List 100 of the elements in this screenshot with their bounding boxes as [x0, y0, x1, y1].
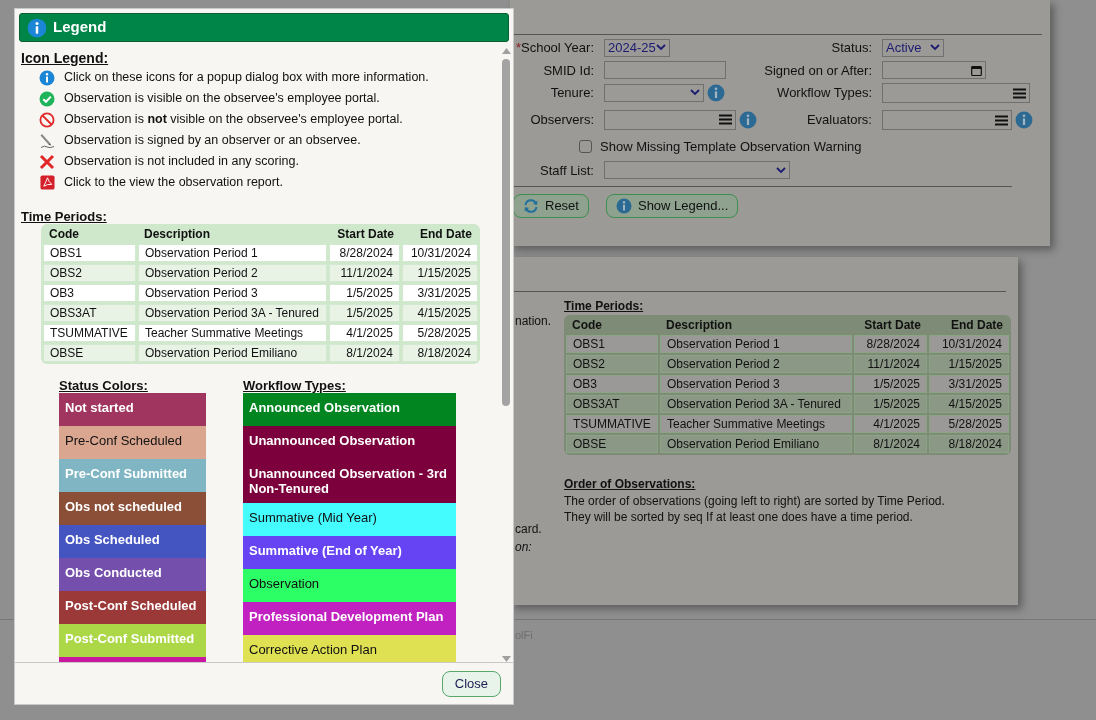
menu-icon[interactable] — [1013, 87, 1026, 99]
column-header: Code — [571, 317, 603, 333]
info-icon[interactable] — [615, 198, 632, 214]
info-icon[interactable] — [39, 69, 55, 86]
section-heading: Status Colors: — [59, 378, 149, 393]
reset-button[interactable]: Reset — [513, 194, 589, 218]
scroll-up-icon[interactable] — [501, 48, 511, 54]
table-cell: 1/15/2025 — [402, 264, 478, 282]
table-cell: Observation Period 3A - Tenured — [660, 395, 852, 413]
table-cell: 8/18/2024 — [929, 435, 1009, 453]
column-header: End Date — [419, 226, 473, 242]
table-cell: Observation Period Emiliano — [660, 435, 852, 453]
scrollbar-thumb[interactable] — [502, 59, 510, 406]
table-cell: OBS3AT — [566, 395, 658, 413]
swatch-label: Pre-Conf Scheduled — [65, 433, 183, 448]
menu-icon[interactable] — [995, 114, 1008, 126]
section-heading: Time Periods: — [21, 209, 108, 224]
table-cell: 5/28/2025 — [929, 415, 1009, 433]
close-button[interactable]: Close — [441, 670, 501, 697]
chevron-down-icon — [930, 44, 940, 52]
swatch-label: Not started — [65, 400, 134, 415]
field-label: Observers: — [530, 110, 594, 129]
swatch-label: Post-Conf Submitted — [65, 631, 195, 646]
swatch-label: Announced Observation — [249, 400, 400, 415]
prohibited-icon — [39, 111, 55, 128]
legend-text: Observation is not included in any scoring. — [64, 153, 299, 171]
swatch-label: Unannounced Observation - 3rd Non-Tenured — [249, 466, 447, 496]
select-value: Active — [886, 41, 922, 55]
column-header: End Date — [950, 317, 1004, 333]
table-cell: OB3 — [43, 284, 136, 302]
table-cell: Observation Period 3 — [138, 284, 327, 302]
table-cell: 4/1/2025 — [854, 415, 927, 433]
refresh-icon — [523, 199, 539, 213]
input-field[interactable] — [604, 61, 726, 80]
body-text: The order of observations (going left to right) are sorted by Time Period. — [564, 493, 946, 509]
swatch-label: Corrective Action Plan — [249, 642, 377, 657]
select-field[interactable]: 2024-25 — [604, 38, 670, 57]
date-field[interactable] — [882, 61, 986, 80]
select-field[interactable] — [882, 83, 1030, 103]
select-field[interactable] — [604, 161, 790, 180]
column-header: Description — [665, 317, 733, 333]
calendar-icon[interactable] — [971, 64, 982, 76]
menu-icon[interactable] — [719, 114, 732, 125]
swatch-label: Pre-Conf Submitted — [65, 466, 188, 481]
legend-text: Click on these icons for a popup dialog box with more information. — [64, 69, 429, 87]
show-legend-button[interactable]: Show Legend... — [605, 194, 739, 218]
table-cell: 11/1/2024 — [854, 355, 927, 373]
chevron-down-icon — [656, 44, 666, 52]
table-cell: Observation Period 3A - Tenured — [138, 304, 327, 322]
section-heading: Order of Observations: — [564, 476, 697, 493]
table-cell: TSUMMATIVE — [566, 415, 658, 433]
table-cell: 8/28/2024 — [854, 335, 927, 353]
table-cell: 8/1/2024 — [854, 435, 927, 453]
swatch-label: Post-Conf Scheduled — [65, 598, 197, 613]
table-cell: 1/5/2025 — [854, 395, 927, 413]
table-cell: Observation Period Emiliano — [138, 344, 327, 362]
select-field[interactable] — [882, 110, 1012, 130]
table-cell: Observation Period 2 — [660, 355, 852, 373]
swatch-label: Obs not scheduled — [65, 499, 182, 514]
table-cell: 8/28/2024 — [329, 244, 400, 262]
checkbox-label: Show Missing Template Observation Warning — [600, 138, 862, 156]
table-cell: Observation Period 2 — [138, 264, 327, 282]
info-icon[interactable] — [1015, 111, 1033, 129]
table-cell: 4/1/2025 — [329, 324, 400, 342]
table-cell: OB3 — [566, 375, 658, 393]
info-icon[interactable] — [27, 17, 47, 38]
field-label: Status: — [831, 39, 872, 57]
table-cell: OBS3AT — [43, 304, 136, 322]
table-cell: Observation Period 1 — [660, 335, 852, 353]
swatch-label: Obs Conducted — [65, 565, 162, 580]
table-cell: 4/15/2025 — [929, 395, 1009, 413]
column-header: Code — [48, 226, 80, 242]
select-field[interactable] — [604, 83, 704, 102]
section-heading: Time Periods: — [564, 298, 645, 315]
table-cell: 8/18/2024 — [402, 344, 478, 362]
scrollbar[interactable] — [500, 48, 512, 662]
swatch-label: Observation — [249, 576, 320, 591]
legend-text: Observation is not visible on the observee's employee portal. — [64, 111, 403, 129]
info-icon[interactable] — [739, 110, 757, 129]
pen-signature-icon — [39, 132, 55, 149]
table-cell: 3/31/2025 — [929, 375, 1009, 393]
pdf-icon[interactable] — [39, 175, 55, 190]
table-cell: 1/15/2025 — [929, 355, 1009, 373]
swatch-label: Professional Development Plan — [249, 609, 444, 624]
info-icon[interactable] — [707, 83, 725, 102]
select-field[interactable]: Active — [882, 38, 944, 57]
section-heading: Icon Legend: — [21, 50, 110, 67]
body-text: They will be sorted by seq If at least one does have a time period. — [564, 509, 914, 525]
table-cell: Observation Period 1 — [138, 244, 327, 262]
table-cell: Teacher Summative Meetings — [660, 415, 852, 433]
table-cell: 5/28/2025 — [402, 324, 478, 342]
select-field[interactable] — [604, 109, 736, 130]
table-cell: TSUMMATIVE — [43, 324, 136, 342]
scroll-down-icon[interactable] — [501, 656, 511, 662]
table-cell: 1/5/2025 — [329, 284, 400, 302]
table-cell: 3/31/2025 — [402, 284, 478, 302]
checkbox[interactable] — [579, 140, 592, 154]
table-cell: Observation Period 3 — [660, 375, 852, 393]
legend-text: Click to the view the observation report. — [64, 174, 283, 192]
section-heading: Workflow Types: — [243, 378, 347, 393]
